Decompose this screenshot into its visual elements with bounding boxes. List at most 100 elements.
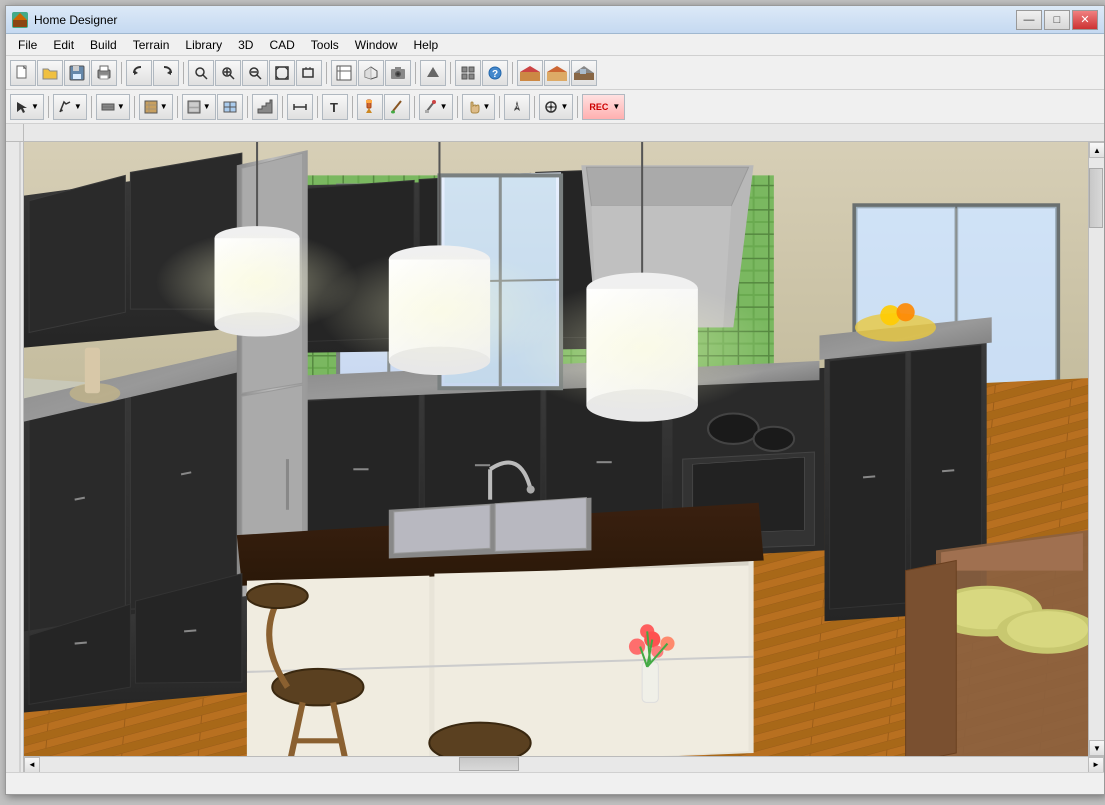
separator-t5 [247,96,248,118]
scroll-track-v[interactable] [1089,158,1104,740]
hand-tool-dropdown[interactable]: ▼ [462,94,496,120]
close-button[interactable]: ✕ [1072,10,1098,30]
menu-cad[interactable]: CAD [261,36,302,54]
menu-help[interactable]: Help [405,36,446,54]
dropdown-arrow-9: ▼ [612,102,620,111]
house-front-button[interactable] [517,60,543,86]
scrollbar-vertical: ▲ ▼ [1088,142,1104,756]
scroll-down-button[interactable]: ▼ [1089,740,1104,756]
arrow-up-button[interactable] [420,60,446,86]
menu-edit[interactable]: Edit [45,36,82,54]
new-button[interactable] [10,60,36,86]
plan-button[interactable] [331,60,357,86]
dropdown-arrow-5: ▼ [203,102,211,111]
cabinet-tool-dropdown[interactable]: ▼ [182,94,216,120]
separator-t6 [282,96,283,118]
scroll-up-button[interactable]: ▲ [1089,142,1104,158]
save-button[interactable] [64,60,90,86]
dropdown-arrow-6: ▼ [440,102,448,111]
scroll-thumb-v[interactable] [1089,168,1103,228]
window-place-button[interactable] [217,94,243,120]
menu-file[interactable]: File [10,36,45,54]
status-bar [6,772,1104,794]
dropdown-arrow: ▼ [31,102,39,111]
menu-tools[interactable]: Tools [303,36,347,54]
staircase-button[interactable] [252,94,278,120]
scroll-track-h[interactable] [40,757,1088,773]
zoom-box-button[interactable] [296,60,322,86]
text-tool-button[interactable]: T [322,94,348,120]
window-controls: — □ ✕ [1016,10,1098,30]
separator-t11 [499,96,500,118]
toolbar-tools: ▼ ▼ ▼ ▼ ▼ [6,90,1104,124]
3d-viewport[interactable] [24,142,1088,756]
menu-bar: File Edit Build Terrain Library 3D CAD T… [6,34,1104,56]
redo-button[interactable] [153,60,179,86]
main-window: Home Designer — □ ✕ File Edit Build Terr… [5,5,1105,795]
separator-t13 [577,96,578,118]
svg-text:?: ? [492,69,498,80]
ruler-horizontal [24,124,1104,142]
undo-button[interactable] [126,60,152,86]
camera-button[interactable] [385,60,411,86]
zoom-in-button[interactable] [215,60,241,86]
separator-t3 [134,96,135,118]
scrollbar-horizontal: ◄ ► [24,756,1104,772]
draw-tool-dropdown[interactable]: ▼ [53,94,87,120]
separator-3 [326,62,327,84]
question-button[interactable]: ? [482,60,508,86]
separator-t2 [91,96,92,118]
minimize-button[interactable]: — [1016,10,1042,30]
title-bar: Home Designer — □ ✕ [6,6,1104,34]
dimension-button[interactable] [287,94,313,120]
dropdown-arrow-2: ▼ [74,102,82,111]
separator-2 [183,62,184,84]
floor-tool-dropdown[interactable]: ▼ [139,94,173,120]
transform-dropdown[interactable]: ▼ [539,94,573,120]
canvas-area: ▲ ▼ ◄ ► [6,124,1104,772]
record-dropdown[interactable]: REC ▼ [582,94,625,120]
scroll-left-button[interactable]: ◄ [24,757,40,773]
north-arrow-button[interactable]: N [504,94,530,120]
select-tool-dropdown[interactable]: ▼ [10,94,44,120]
dropdown-arrow-7: ▼ [483,102,491,111]
menu-3d[interactable]: 3D [230,36,261,54]
menu-library[interactable]: Library [177,36,230,54]
paint-tool-button[interactable] [357,94,383,120]
window-title: Home Designer [34,13,1016,27]
symbol-button[interactable] [455,60,481,86]
open-button[interactable] [37,60,63,86]
separator-t8 [352,96,353,118]
print-button[interactable] [91,60,117,86]
zoom-out-button[interactable] [242,60,268,86]
menu-window[interactable]: Window [347,36,406,54]
svg-text:T: T [330,100,338,115]
separator-t1 [48,96,49,118]
eyedropper-dropdown[interactable]: ▼ [419,94,453,120]
dropdown-arrow-3: ▼ [117,102,125,111]
separator-t12 [534,96,535,118]
separator-t7 [317,96,318,118]
house-back-button[interactable] [544,60,570,86]
separator-t4 [177,96,178,118]
search-button[interactable] [188,60,214,86]
fill-window-button[interactable] [269,60,295,86]
dropdown-arrow-8: ▼ [560,102,568,111]
menu-terrain[interactable]: Terrain [125,36,178,54]
separator-1 [121,62,122,84]
scroll-right-button[interactable]: ► [1088,757,1104,773]
maximize-button[interactable]: □ [1044,10,1070,30]
3d-view-button[interactable] [358,60,384,86]
menu-build[interactable]: Build [82,36,125,54]
separator-t9 [414,96,415,118]
scroll-thumb-h[interactable] [459,757,519,771]
record-label: REC [587,102,610,112]
dropdown-arrow-4: ▼ [160,102,168,111]
separator-t10 [457,96,458,118]
ruler-vertical [6,142,24,772]
house-roof-button[interactable] [571,60,597,86]
canvas-inner: ▲ ▼ ◄ ► [24,124,1104,772]
kitchen-scene-svg [24,142,1088,756]
wall-tool-dropdown[interactable]: ▼ [96,94,130,120]
paintbrush-button[interactable] [384,94,410,120]
